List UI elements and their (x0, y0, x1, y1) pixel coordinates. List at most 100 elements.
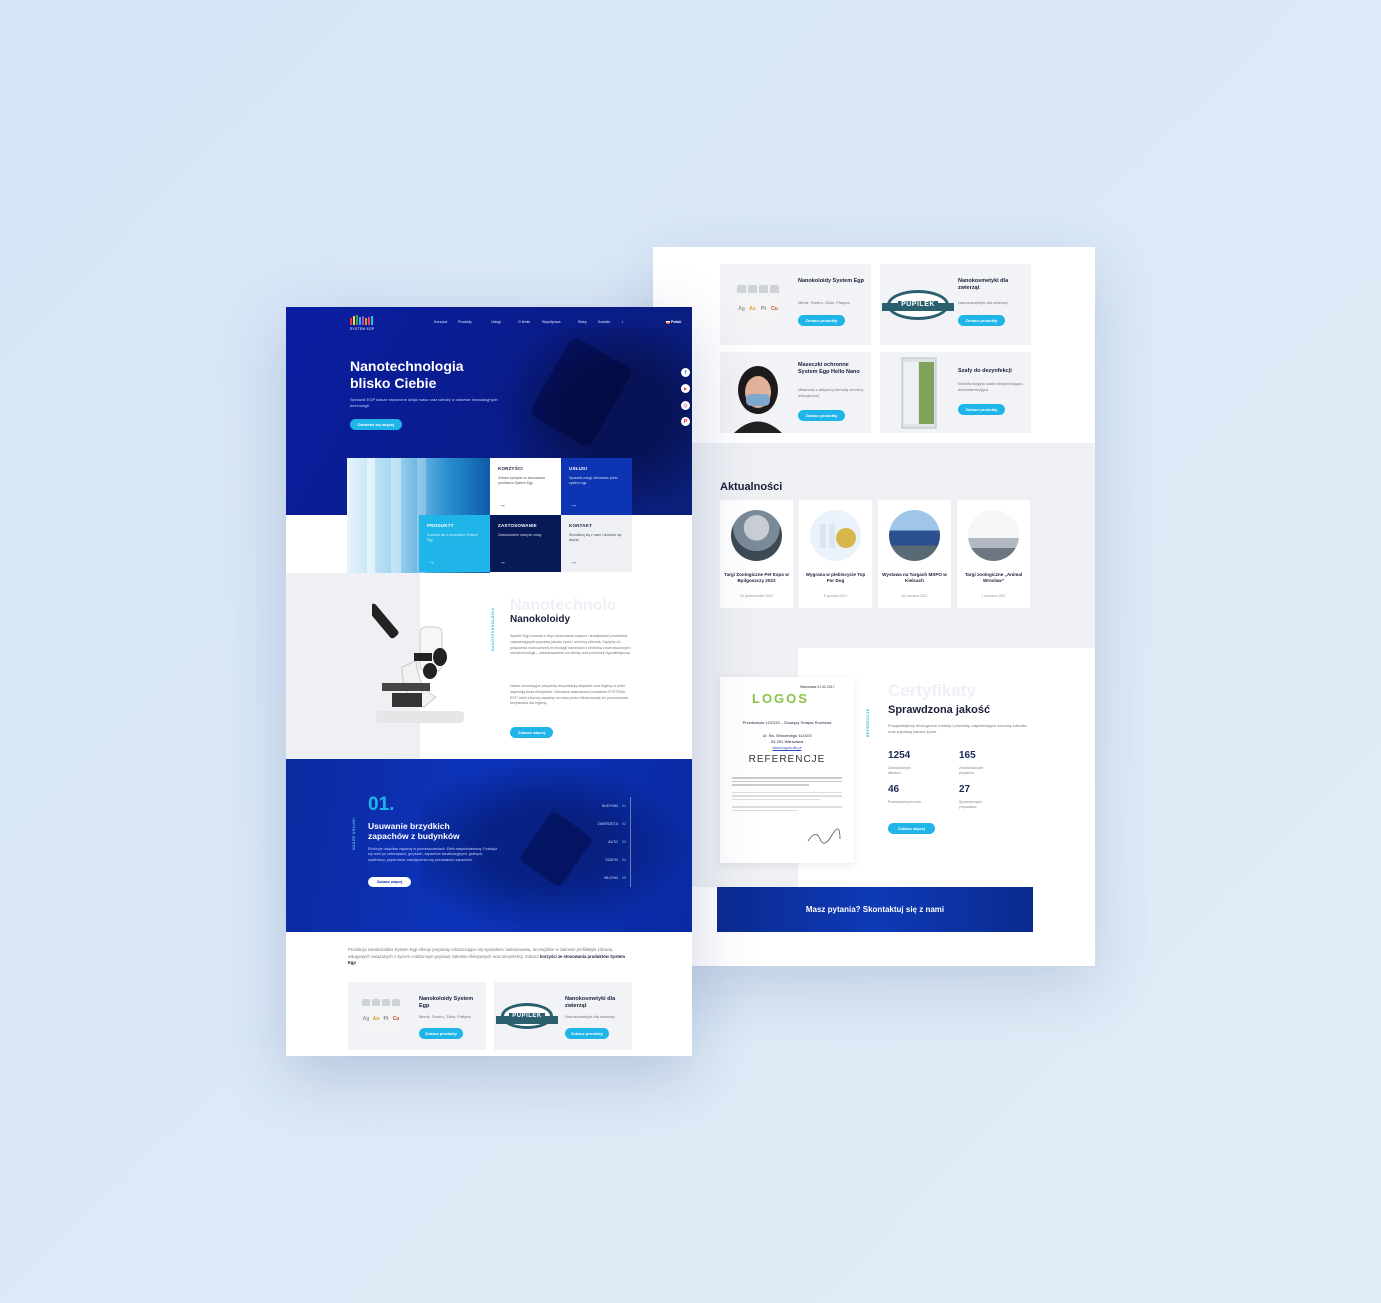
bottles-image: Ag Au Pt Cu (720, 264, 796, 345)
letter-address1: Ul. Św. Wincentego 114/2/3 (762, 733, 812, 738)
service-list-item[interactable]: BUDYNKI 01 (582, 804, 626, 808)
letter-org: Przedszkole LOGOS – Dowiązy Terapia Ruch… (742, 720, 832, 725)
see-products-button[interactable]: Zobacz produkty (419, 1028, 463, 1039)
tile-zastosowanie[interactable]: ZASTOSOWANIE Zastosowanie naszych usług … (490, 515, 561, 572)
service-number: 01. (368, 794, 395, 815)
tile-korzysci[interactable]: KORZYŚCI Zobacz korzyści ze stosowania p… (490, 458, 561, 515)
pinterest-icon[interactable]: P (681, 417, 690, 426)
reference-letter[interactable]: LOGOS Warszawa 01.02.2017 Przedszkole LO… (720, 677, 854, 863)
service-side-label: NASZE USŁUGI (352, 817, 356, 850)
stat-value: 27 (959, 784, 971, 795)
service-section (286, 759, 692, 932)
letter-url[interactable]: www.logos-dk.pl (730, 745, 844, 750)
cabinet-photo (880, 352, 956, 433)
service-list-item[interactable]: WŁOSKI 05 (582, 876, 626, 880)
news-date: 5 grudnia 2021 (823, 594, 848, 598)
nav-kontakt[interactable]: Kontakt (598, 320, 610, 324)
certificates-desc: Przyjaźniejemy ekologiczne metody i prod… (888, 723, 1027, 734)
letter-address2: 03-291 Warszawa (770, 739, 804, 744)
news-ghost-heading: Publikacje (720, 459, 805, 478)
product-desc: Maseczki z aktywną formułą ochrony biolo… (798, 387, 864, 398)
mask-woman-photo (720, 352, 796, 433)
stat-value: 165 (959, 750, 976, 761)
news-title: Wygrana w plebiscycie Top For Dog (805, 572, 866, 583)
arrow-right-icon: → (570, 502, 577, 509)
see-more-button[interactable]: Zobacz więcej (888, 823, 935, 834)
service-desc: Eliminuje uciążliwe zapachy w pomieszcze… (368, 847, 498, 862)
instagram-icon[interactable]: ◎ (681, 401, 690, 410)
product-title: Nanokoloidy System Egp (419, 996, 474, 1009)
nav-korzysci[interactable]: Korzyści (434, 320, 447, 324)
contact-banner[interactable]: Masz pytania? Skontaktuj się z nami (717, 887, 1033, 932)
product-card-nanokosmetyki[interactable]: PUPILEK Nanokosmetyki dla zwierząt Nanok… (494, 982, 632, 1050)
news-card[interactable]: Targi Zoologiczne Pet Expo w Bydgoszczy … (720, 500, 793, 608)
product-title: Szafy do dezynfekcji (958, 368, 1012, 374)
microscope-image (372, 603, 464, 723)
learn-more-button[interactable]: Dowiedz się więcej (350, 419, 402, 430)
youtube-icon[interactable]: ▶ (681, 384, 690, 393)
tile-kontakt[interactable]: KONTAKT Skontaktuj się z nami i dowiedz … (561, 515, 632, 572)
stat-label: Zadowolonych klientów (888, 766, 911, 776)
tile-produkty[interactable]: PRODUKTY Dowiedz się o produktach System… (419, 515, 490, 572)
certificates-ghost-heading: Certyfikaty (888, 681, 976, 700)
service-list-item[interactable]: AUTO 03 (582, 840, 626, 844)
nav-sklep[interactable]: Sklep (578, 320, 587, 324)
service-title: Usuwanie brzydkich zapachów z budynków (368, 821, 460, 841)
arrow-right-icon: → (428, 559, 435, 566)
product-title: Maseczki ochronne System Egp Hello Nano (798, 362, 860, 375)
hero-title: Nanotechnologia blisko Ciebie (350, 358, 464, 391)
language-selector[interactable]: Polski (666, 320, 681, 324)
pupilek-logo: PUPILEK (880, 264, 956, 345)
product-card-nanokoloidy[interactable]: Ag Au Pt Cu Nanokoloidy System Egp Miedź, S… (720, 264, 871, 345)
cart-icon[interactable]: ▪ (622, 320, 623, 324)
contact-banner-text: Masz pytania? Skontaktuj się z nami (805, 905, 945, 914)
nav-uslugi[interactable]: Usługi (491, 320, 501, 324)
see-more-button[interactable]: Zobacz więcej (368, 877, 411, 887)
stat-label: Sprawdzonych preparatów (959, 800, 982, 810)
references-side-label: REFERENCJE (866, 708, 870, 737)
product-card-nanokoloidy[interactable]: Ag Au Pt Cu Nanokoloidy System Egp Miedź, S… (348, 982, 486, 1050)
product-card-maseczki[interactable]: Maseczki ochronne System Egp Hello Nano … (720, 352, 871, 433)
news-card[interactable]: Targi zoologiczne „Animal Wrocław” 1 cze… (957, 500, 1030, 608)
nano-ghost-heading: Nanotechnologia (510, 597, 615, 614)
see-products-button[interactable]: Zobacz produkty (798, 315, 845, 326)
nano-title: Nanokoloidy (510, 614, 571, 625)
product-card-nanokosmetyki[interactable]: PUPILEK Nanokosmetyki dla zwierząt Nanok… (880, 264, 1031, 345)
certificates-title: Sprawdzona jakość (888, 704, 991, 716)
nav-o-firmie[interactable]: O firmie (518, 320, 530, 324)
see-more-button[interactable]: Zobacz więcej (510, 727, 553, 738)
right-page-mockup: Ag Au Pt Cu Nanokoloidy System Egp Miedź, S… (653, 247, 1095, 966)
see-products-button[interactable]: Zobacz produkty (565, 1028, 609, 1039)
nano-paragraph-2: Nasze innowacyjne preparaty dezynfekują … (510, 684, 629, 706)
news-title: Wystawa na Targach MSPO w Kielcach (882, 572, 947, 583)
see-products-button[interactable]: Zobacz produkty (798, 410, 845, 421)
service-side-divider (630, 797, 631, 887)
news-card[interactable]: Wygrana w plebiscycie Top For Dog 5 grud… (799, 500, 872, 608)
service-list-item[interactable]: SZAFKI 04 (582, 858, 626, 862)
logo[interactable]: SYSTEM EGP (350, 315, 374, 331)
arrow-right-icon: → (499, 502, 506, 509)
left-page-mockup: SYSTEM EGP Korzyści Produkty Usługi O fi… (286, 307, 692, 1056)
arrow-right-icon: → (570, 559, 577, 566)
news-date: 28 czerwca 2021 (901, 594, 928, 598)
hero-desc: Sprawdź EGP wasze stworzone dzięki wasz … (350, 397, 498, 408)
nano-side-label: NANOTECHNOLOGIA (491, 607, 495, 651)
bottles-image: Ag Au Pt Cu (348, 982, 414, 1050)
facebook-icon[interactable]: f (681, 368, 690, 377)
arrow-right-icon: → (499, 559, 506, 566)
nav-wspolpraca[interactable]: Współpraca (542, 320, 560, 324)
news-date: 1 czerwca 2021 (981, 594, 1006, 598)
nav-produkty[interactable]: Produkty (458, 320, 472, 324)
news-title: Aktualności (720, 481, 783, 493)
news-card[interactable]: Wystawa na Targach MSPO w Kielcach 28 cz… (878, 500, 951, 608)
see-products-button[interactable]: Zobacz produkty (958, 404, 1005, 415)
tile-uslugi[interactable]: USŁUGI Sprawdź usługi oferowane przez sy… (561, 458, 632, 515)
product-card-szafy[interactable]: Szafy do dezynfekcji Wielofunkcyjna szaf… (880, 352, 1031, 433)
product-desc: Wielofunkcyjna szafa dezynfekująco-dekon… (958, 381, 1024, 392)
stat-value: 1254 (888, 750, 911, 761)
news-photo (968, 510, 1019, 561)
service-list-item[interactable]: ZWIERZĘTA 02 (582, 822, 627, 826)
logo-text: SYSTEM EGP (350, 327, 375, 331)
product-title: Nanokosmetyki dla zwierząt (958, 278, 1009, 291)
see-products-button[interactable]: Zobacz produkty (958, 315, 1005, 326)
